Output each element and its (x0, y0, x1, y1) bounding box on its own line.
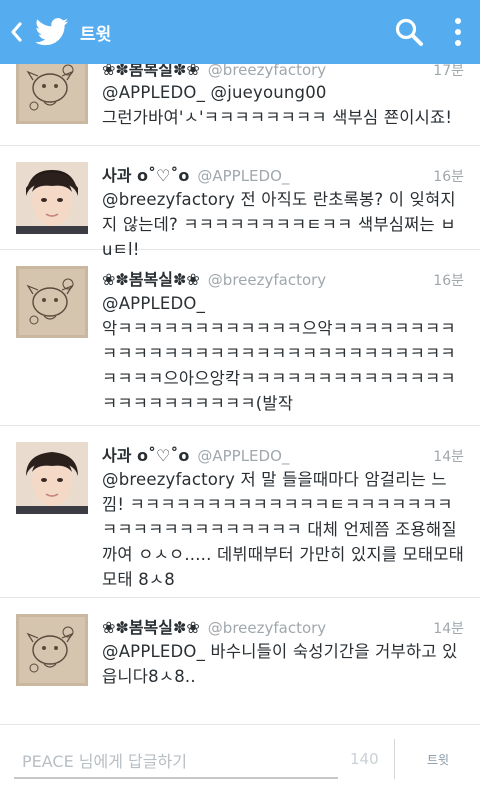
user-name[interactable]: 사과 o˚♡˚o (102, 442, 189, 466)
sketch-drawing-avatar-icon (16, 64, 88, 124)
chevron-left-icon (11, 22, 22, 42)
tweet-text: @APPLEDO_ 악ㅋㅋㅋㅋㅋㅋㅋㅋㅋㅋㅋㅋ으악ㅋㅋㅋㅋㅋㅋㅋㅋㅋㅋㅋㅋㅋㅋㅋ… (102, 294, 456, 413)
avatar[interactable] (16, 162, 88, 234)
avatar[interactable] (16, 64, 88, 124)
screen-title: 트윗 (80, 24, 112, 45)
avatar[interactable] (16, 266, 88, 338)
portrait-photo-avatar-icon (16, 162, 88, 234)
tweet-header: ❀✽봄복실✽❀ @breezyfactory 14분 (102, 614, 464, 638)
tweet-header: 사과 o˚♡˚o @APPLEDO_ 16분 (102, 162, 464, 186)
portrait-photo-avatar-icon (16, 442, 88, 514)
tweet-item[interactable]: ❀✽봄복실✽❀ @breezyfactory 17분 @APPLEDO_ @ju… (0, 64, 480, 146)
reply-composer: 140 트윗 (0, 724, 480, 788)
user-handle[interactable]: @APPLEDO_ (197, 447, 289, 465)
search-button[interactable] (382, 0, 436, 64)
user-handle[interactable]: @breezyfactory (208, 271, 326, 289)
twitter-logo[interactable] (32, 0, 72, 64)
tweet-header: ❀✽봄복실✽❀ @breezyfactory 17분 (102, 64, 464, 80)
avatar[interactable] (16, 442, 88, 514)
user-handle[interactable]: @breezyfactory (208, 619, 326, 637)
tweet-item[interactable]: 사과 o˚♡˚o @APPLEDO_ 16분 @breezyfactory 전 … (0, 146, 480, 259)
search-icon (395, 18, 423, 46)
top-app-bar: 트윗 (0, 0, 480, 64)
sketch-drawing-avatar-icon (16, 614, 88, 686)
timestamp: 17분 (433, 64, 464, 79)
reply-input[interactable] (14, 745, 338, 779)
user-name[interactable]: 사과 o˚♡˚o (102, 162, 189, 186)
avatar[interactable] (16, 614, 88, 686)
user-name[interactable]: ❀✽봄복실✽❀ (102, 64, 200, 80)
divider (394, 739, 395, 779)
user-handle[interactable]: @breezyfactory (208, 64, 326, 79)
user-name[interactable]: ❀✽봄복실✽❀ (102, 266, 200, 290)
back-button[interactable] (0, 0, 32, 64)
user-handle[interactable]: @APPLEDO_ (197, 167, 289, 185)
timestamp: 14분 (433, 449, 464, 465)
tweet-header: 사과 o˚♡˚o @APPLEDO_ 14분 (102, 442, 464, 466)
overflow-menu-button[interactable] (436, 0, 480, 64)
user-name[interactable]: ❀✽봄복실✽❀ (102, 614, 200, 638)
twitter-bird-icon (35, 18, 69, 46)
tweet-header: ❀✽봄복실✽❀ @breezyfactory 16분 (102, 266, 464, 290)
tweet-text: @APPLEDO_ 바수니들이 숙성기간을 거부하고 있읍니다8ㅅ8.. (102, 642, 458, 686)
timestamp: 16분 (433, 169, 464, 185)
tweet-item[interactable]: ❀✽봄복실✽❀ @breezyfactory 16분 @APPLEDO_ 악ㅋㅋ… (0, 250, 480, 426)
tweet-button[interactable]: 트윗 (410, 741, 466, 777)
tweet-text: @APPLEDO_ @jueyoung00 그런가바여'ㅅ'ㅋㅋㅋㅋㅋㅋㅋㅋ 색… (102, 83, 453, 127)
tweet-list[interactable]: ❀✽봄복실✽❀ @breezyfactory 17분 @APPLEDO_ @ju… (0, 64, 480, 724)
tweet-item[interactable]: 사과 o˚♡˚o @APPLEDO_ 14분 @breezyfactory 저 … (0, 426, 480, 598)
character-counter: 140 (350, 750, 379, 768)
timestamp: 16분 (433, 273, 464, 289)
more-vertical-icon (455, 18, 461, 46)
tweet-item[interactable]: ❀✽봄복실✽❀ @breezyfactory 14분 @APPLEDO_ 바수니… (0, 598, 480, 724)
timestamp: 14분 (433, 621, 464, 637)
sketch-drawing-avatar-icon (16, 266, 88, 338)
tweet-text: @breezyfactory 저 말 들을때마다 암걸리는 느낌! ㅋㅋㅋㅋㅋㅋ… (102, 470, 465, 589)
